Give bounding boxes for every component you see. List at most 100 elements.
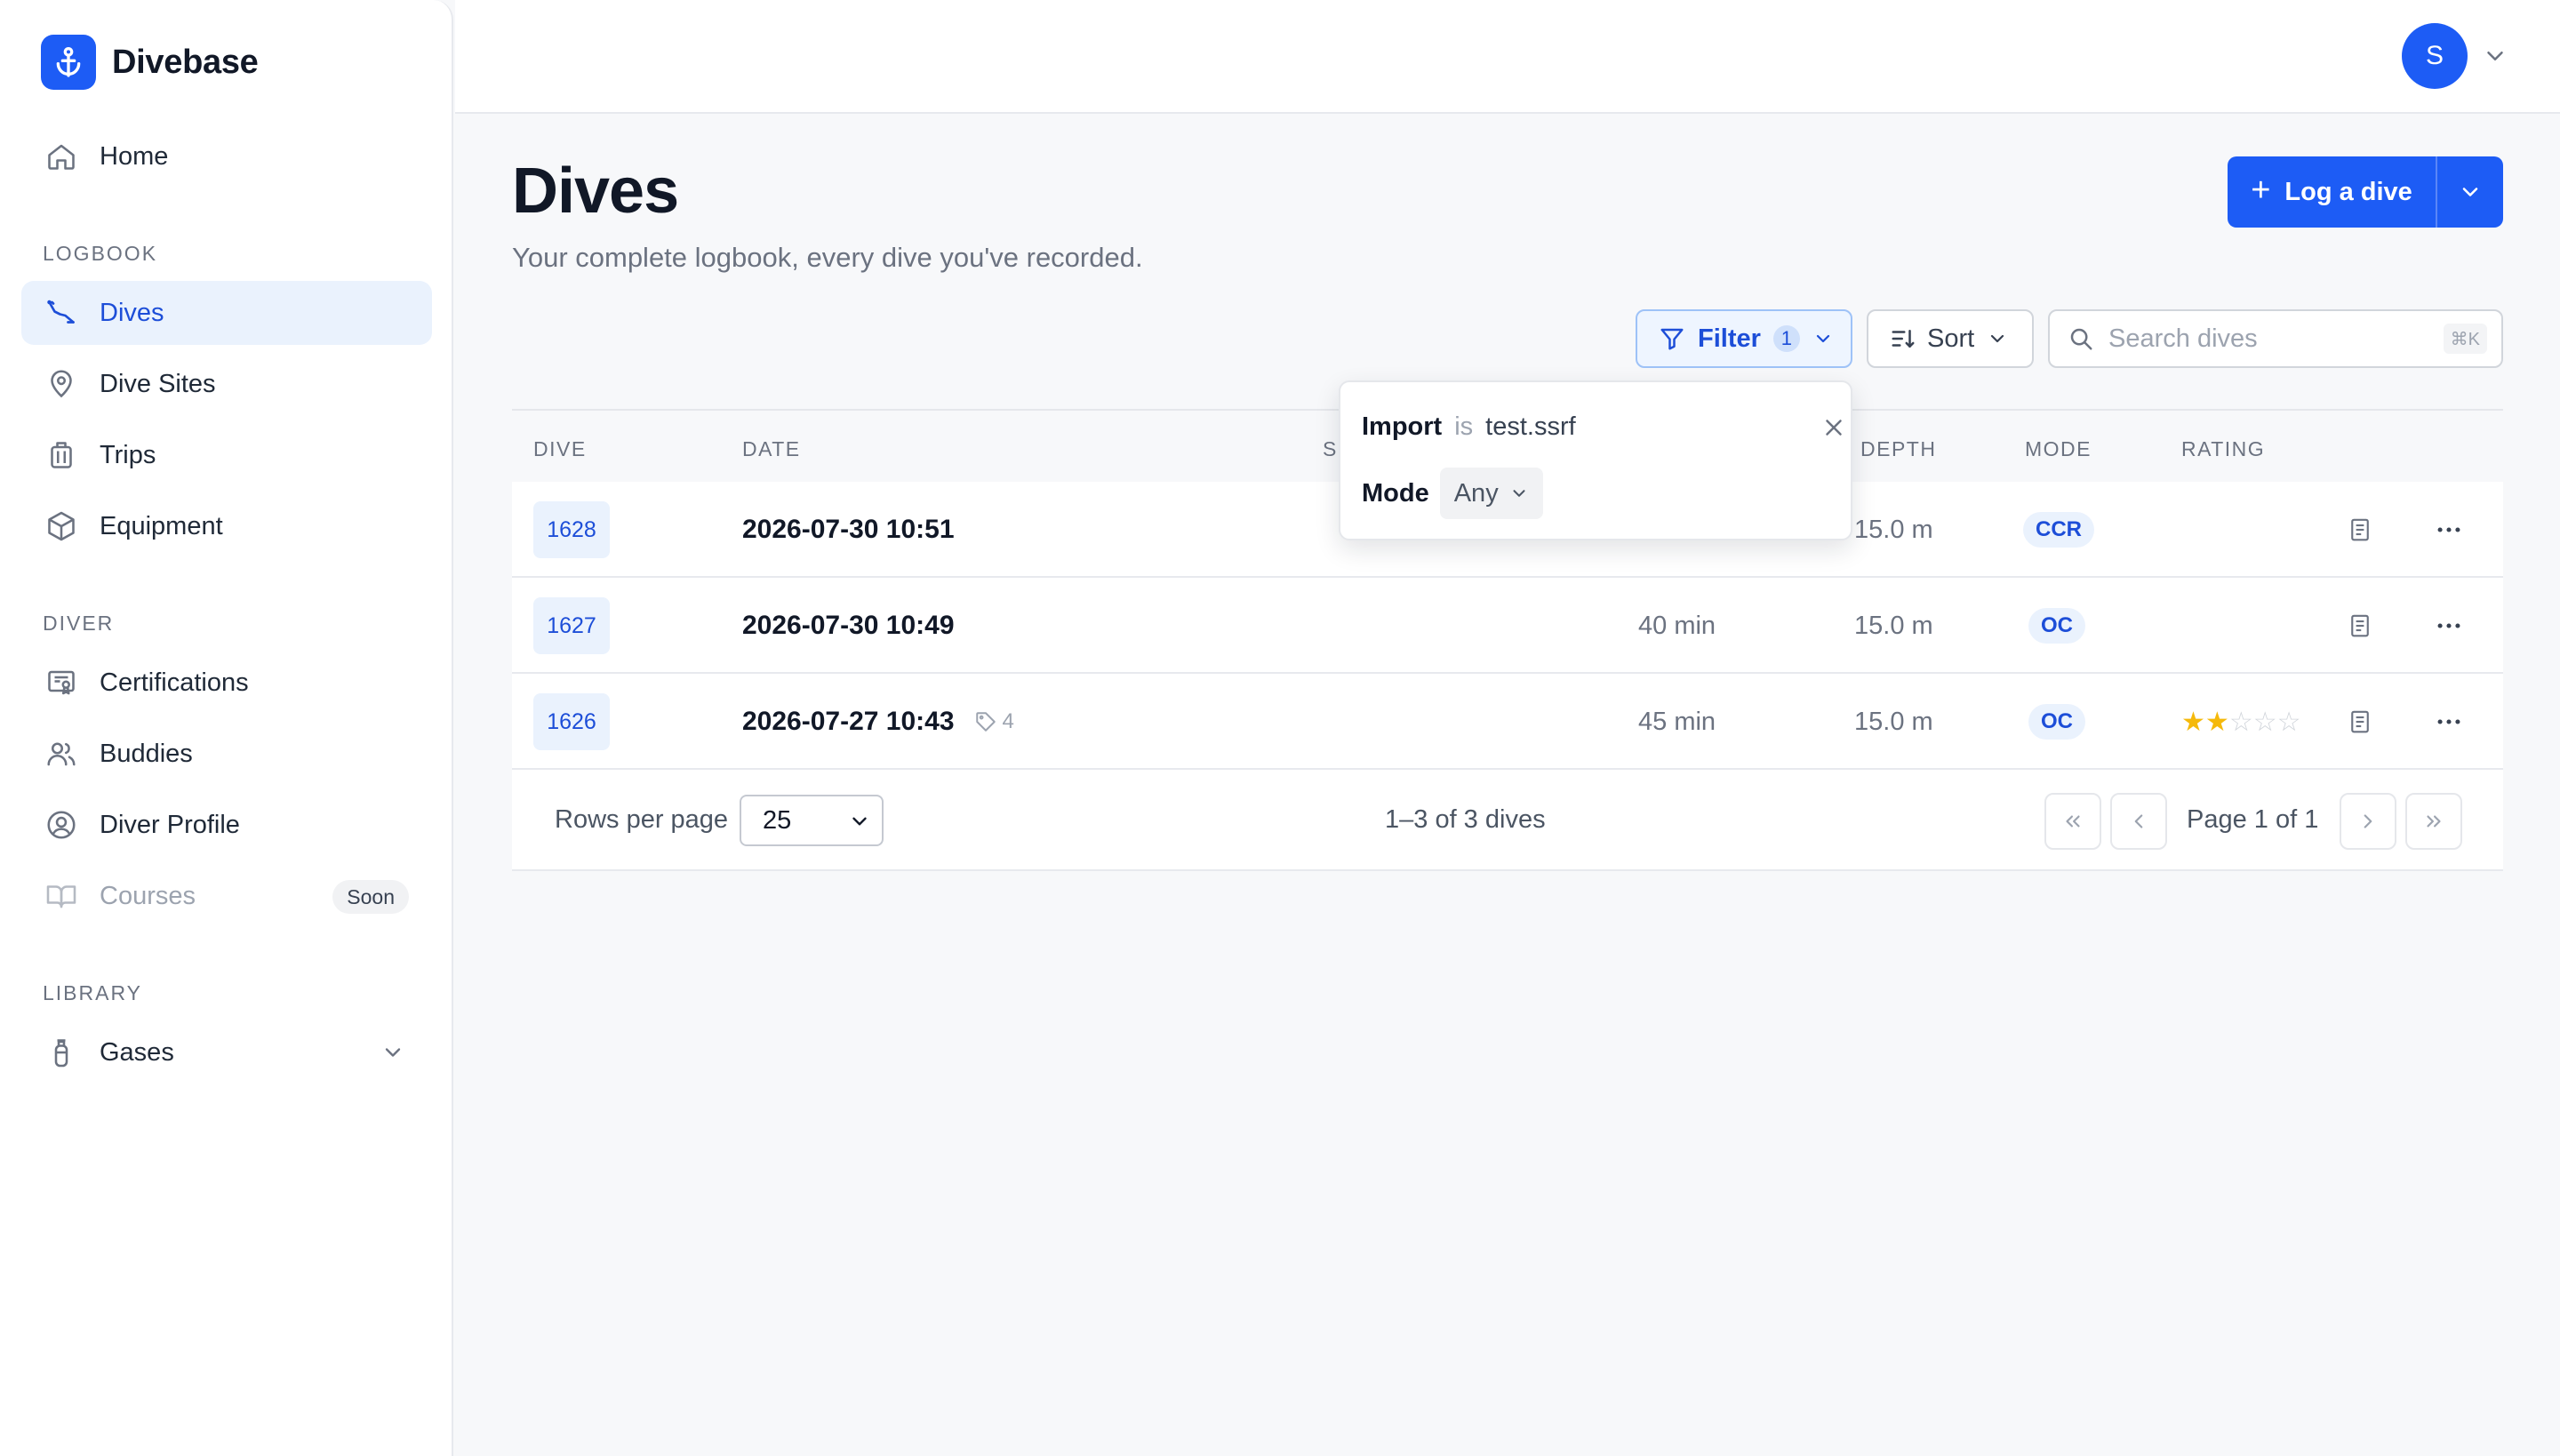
- close-icon[interactable]: [1820, 414, 1847, 441]
- top-bar: [455, 0, 2560, 114]
- dive-depth: 15.0 m: [1854, 707, 1933, 736]
- dive-number[interactable]: 1626: [533, 693, 610, 750]
- star-rating[interactable]: ★ ★ ☆ ☆ ☆: [2181, 674, 2301, 770]
- notes-icon[interactable]: [2347, 674, 2373, 770]
- filter-popover: Import is test.ssrf Mode Any: [1339, 380, 1852, 540]
- table-row[interactable]: 1626 2026-07-27 10:43 4 45 min 15.0 m OC…: [512, 674, 2503, 770]
- chevron-down-icon[interactable]: [380, 1040, 405, 1065]
- dive-duration: 40 min: [1638, 611, 1716, 640]
- chevron-down-icon: [1816, 334, 1830, 343]
- sidebar-item-label: Diver Profile: [100, 810, 240, 839]
- filter-icon: [1660, 328, 1684, 350]
- dive-path-icon: [43, 294, 80, 332]
- star-icon[interactable]: ★: [2181, 707, 2205, 738]
- sidebar: Divebase Home LOGBOOK Dives Dive Sites T…: [0, 0, 453, 1456]
- log-dive-label: Log a dive: [2284, 177, 2412, 206]
- column-header-rating[interactable]: RATING: [2181, 437, 2265, 461]
- search-input[interactable]: [2108, 324, 2428, 354]
- brand[interactable]: Divebase: [41, 34, 259, 91]
- sidebar-item-label: Buddies: [100, 739, 193, 768]
- star-icon[interactable]: ☆: [2277, 707, 2301, 738]
- sort-label: Sort: [1927, 324, 1975, 353]
- last-page-button[interactable]: [2405, 793, 2462, 850]
- chevron-down-icon: [1991, 334, 2004, 343]
- sidebar-item-buddies[interactable]: Buddies: [21, 722, 432, 786]
- dive-depth: 15.0 m: [1854, 611, 1933, 640]
- column-header-depth[interactable]: DEPTH: [1860, 437, 1936, 461]
- chevrons-left-icon: [2066, 815, 2080, 828]
- sidebar-item-label: Equipment: [100, 511, 223, 540]
- dive-date: 2026-07-27 10:43: [742, 707, 955, 736]
- soon-badge: Soon: [332, 880, 409, 914]
- box-icon: [43, 508, 80, 545]
- sidebar-item-label: Courses: [100, 881, 196, 910]
- avatar[interactable]: S: [2402, 23, 2468, 89]
- sidebar-item-courses: Courses Soon: [21, 864, 432, 928]
- mode-filter-row: Mode Any: [1362, 468, 1543, 519]
- sidebar-item-label: Home: [100, 141, 169, 171]
- sidebar-item-gases[interactable]: Gases: [21, 1020, 432, 1084]
- tags-indicator: 4: [974, 709, 1014, 734]
- column-header-dive[interactable]: DIVE: [533, 437, 587, 461]
- next-page-button[interactable]: [2340, 793, 2396, 850]
- search-icon: [2070, 328, 2092, 350]
- chevron-down-icon[interactable]: [2482, 43, 2508, 69]
- mode-badge: CCR: [2023, 512, 2094, 548]
- sidebar-item-home[interactable]: Home: [21, 124, 432, 188]
- user-circle-icon: [43, 806, 80, 844]
- sidebar-item-label: Gases: [100, 1037, 174, 1067]
- more-actions-icon[interactable]: [2434, 578, 2464, 674]
- column-header-mode[interactable]: MODE: [2025, 437, 2092, 461]
- page-indicator: Page 1 of 1: [2187, 805, 2319, 834]
- log-dive-button[interactable]: + Log a dive: [2228, 156, 2437, 228]
- rows-per-page-select[interactable]: 25: [740, 795, 884, 846]
- sidebar-item-label: Dives: [100, 298, 164, 327]
- first-page-button[interactable]: [2044, 793, 2101, 850]
- dive-date: 2026-07-30 10:49: [742, 611, 955, 640]
- star-icon[interactable]: ☆: [2229, 707, 2253, 738]
- sidebar-item-certifications[interactable]: Certifications: [21, 651, 432, 715]
- more-actions-icon[interactable]: [2434, 674, 2464, 770]
- notes-icon[interactable]: [2347, 578, 2373, 674]
- filter-operator: is: [1454, 412, 1474, 441]
- page-subtitle: Your complete logbook, every dive you've…: [512, 242, 1143, 273]
- dive-number[interactable]: 1627: [533, 597, 610, 654]
- section-label-diver: DIVER: [43, 612, 115, 635]
- sidebar-item-diver-profile[interactable]: Diver Profile: [21, 793, 432, 857]
- section-label-library: LIBRARY: [43, 981, 143, 1004]
- filter-button[interactable]: Filter 1: [1636, 309, 1852, 368]
- log-dive-dropdown-button[interactable]: [2437, 156, 2503, 228]
- notes-icon[interactable]: [2347, 482, 2373, 578]
- search-box: ⌘K: [2048, 309, 2503, 368]
- sidebar-item-dives[interactable]: Dives: [21, 281, 432, 345]
- brand-name: Divebase: [112, 43, 259, 81]
- chevron-down-icon: [852, 817, 867, 826]
- rows-per-page-value: 25: [763, 805, 792, 835]
- filter-value: test.ssrf: [1485, 412, 1576, 441]
- mode-filter-select[interactable]: Any: [1439, 468, 1543, 519]
- gas-tank-icon: [43, 1034, 80, 1071]
- dive-number[interactable]: 1628: [533, 501, 610, 558]
- book-icon: [43, 877, 80, 915]
- previous-page-button[interactable]: [2110, 793, 2167, 850]
- star-icon[interactable]: ★: [2205, 707, 2229, 738]
- mode-filter-label: Mode: [1362, 478, 1429, 508]
- rows-per-page-label: Rows per page: [555, 805, 729, 834]
- map-pin-icon: [43, 365, 80, 403]
- sidebar-item-trips[interactable]: Trips: [21, 423, 432, 487]
- sidebar-item-dive-sites[interactable]: Dive Sites: [21, 352, 432, 416]
- more-actions-icon[interactable]: [2434, 482, 2464, 578]
- sidebar-item-equipment[interactable]: Equipment: [21, 494, 432, 558]
- search-shortcut: ⌘K: [2443, 324, 2487, 354]
- filter-field: Import: [1362, 412, 1443, 441]
- chevrons-right-icon: [2427, 815, 2441, 828]
- home-icon: [43, 138, 80, 175]
- column-header-date[interactable]: DATE: [742, 437, 801, 461]
- table-row[interactable]: 1627 2026-07-30 10:49 40 min 15.0 m OC: [512, 578, 2503, 674]
- filter-count-badge: 1: [1772, 325, 1800, 352]
- chevron-right-icon: [2364, 814, 2372, 828]
- star-icon[interactable]: ☆: [2253, 707, 2277, 738]
- table-footer: Rows per page 25 1–3 of 3 dives Page 1 o…: [512, 770, 2503, 871]
- section-label-logbook: LOGBOOK: [43, 242, 158, 265]
- sort-button[interactable]: Sort: [1867, 309, 2034, 368]
